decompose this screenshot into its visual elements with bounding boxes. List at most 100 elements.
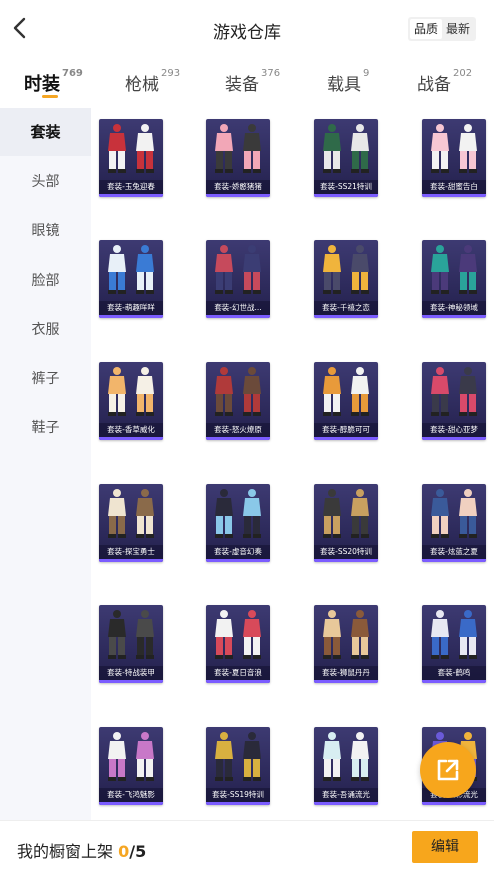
- outfit-thumbnail: [215, 610, 261, 659]
- tab-label: 装备: [225, 75, 259, 95]
- outfit-thumbnail: [215, 489, 261, 538]
- outfit-name: 套装-特战装甲: [99, 666, 163, 680]
- outfit-card[interactable]: 套装-神秘领域: [422, 240, 486, 318]
- outfit-name: 套装-SS21特训: [314, 180, 378, 194]
- outfit-name: 套装-SS19特训: [206, 788, 270, 802]
- sidebar-item-suits[interactable]: 套装: [0, 108, 91, 156]
- outfit-card[interactable]: 套装-甜蜜告白: [422, 119, 486, 197]
- outfit-card[interactable]: 套装-特战装甲: [99, 605, 163, 683]
- outfit-name: 套装-鹤鸣: [422, 666, 486, 680]
- rarity-bar: [314, 559, 378, 562]
- rarity-bar: [422, 680, 486, 683]
- outfit-card[interactable]: 套装-飞鸿魅影: [99, 727, 163, 805]
- outfit-card[interactable]: 套装-醇脆可可: [314, 362, 378, 440]
- sort-by-newest[interactable]: 最新: [442, 19, 474, 39]
- tab-count: 769: [62, 68, 83, 79]
- outfit-card[interactable]: 套装-探宝勇士: [99, 484, 163, 562]
- sort-by-quality[interactable]: 品质: [409, 19, 442, 39]
- category-tabs: 时装769 枪械293 装备376 载具9 战备202: [0, 62, 494, 106]
- outfit-thumbnail: [431, 245, 477, 294]
- outfit-card[interactable]: 套装-吾诵流光: [314, 727, 378, 805]
- rarity-bar: [99, 315, 163, 318]
- outfit-name: 套装-醇脆可可: [314, 423, 378, 437]
- outfit-name: 套装-甜心亚梦: [422, 423, 486, 437]
- rarity-bar: [206, 802, 270, 805]
- game-warehouse-page: 游戏仓库 品质 最新 时装769 枪械293 装备376 载具9 战备202 套…: [0, 0, 494, 875]
- outfit-thumbnail: [431, 489, 477, 538]
- outfit-thumbnail: [323, 367, 369, 416]
- sidebar-item-face[interactable]: 脸部: [0, 257, 91, 305]
- outfit-name: 套装-玉兔迎春: [99, 180, 163, 194]
- outfit-card[interactable]: 套装-香草威化: [99, 362, 163, 440]
- outfit-card[interactable]: 套装-甜心亚梦: [422, 362, 486, 440]
- rarity-bar: [99, 194, 163, 197]
- outfit-name: 套装-飞鸿魅影: [99, 788, 163, 802]
- outfit-thumbnail: [323, 245, 369, 294]
- sidebar-item-glasses[interactable]: 眼镜: [0, 207, 91, 255]
- showcase-total: /5: [129, 842, 147, 861]
- active-tab-indicator: [42, 95, 58, 98]
- outfit-card[interactable]: 套装-幻世战...: [206, 240, 270, 318]
- tab-count: 202: [453, 68, 473, 79]
- outfit-name: 套装-萌趣咩咩: [99, 301, 163, 315]
- outfit-name: 套装-千禧之恋: [314, 301, 378, 315]
- outfit-thumbnail: [215, 367, 261, 416]
- showcase-count: 0: [118, 842, 130, 861]
- sidebar-item-head[interactable]: 头部: [0, 158, 91, 206]
- tab-weapons[interactable]: 枪械293: [125, 68, 181, 95]
- tab-label: 载具: [327, 75, 361, 95]
- rarity-bar: [206, 437, 270, 440]
- outfit-card[interactable]: 套装-虚音幻奏: [206, 484, 270, 562]
- tab-supplies[interactable]: 战备202: [417, 68, 473, 95]
- outfit-card[interactable]: 套装-SS21特训: [314, 119, 378, 197]
- outfit-card[interactable]: 套装-炫蓝之夏: [422, 484, 486, 562]
- outfit-name: 套装-神秘领域: [422, 301, 486, 315]
- rarity-bar: [99, 802, 163, 805]
- rarity-bar: [99, 437, 163, 440]
- tab-vehicles[interactable]: 载具9: [327, 68, 369, 95]
- sidebar-item-clothes[interactable]: 衣服: [0, 306, 91, 354]
- tab-label: 时装: [24, 74, 60, 95]
- tab-count: 376: [261, 68, 281, 79]
- rarity-bar: [314, 802, 378, 805]
- tab-count: 293: [161, 68, 181, 79]
- outfit-thumbnail: [323, 489, 369, 538]
- outfit-name: 套装-幻世战...: [206, 301, 270, 315]
- outfit-thumbnail: [431, 124, 477, 173]
- outfit-thumbnail: [108, 124, 154, 173]
- outfit-card[interactable]: 套装-玉兔迎春: [99, 119, 163, 197]
- showcase-status: 我的橱窗上架 0/5: [17, 838, 146, 862]
- rarity-bar: [314, 437, 378, 440]
- outfit-card[interactable]: 套装-夏日音浪: [206, 605, 270, 683]
- outfit-card[interactable]: 套装-狮鼠丹丹: [314, 605, 378, 683]
- outfit-card[interactable]: 套装-SS19特训: [206, 727, 270, 805]
- outfit-thumbnail: [108, 610, 154, 659]
- rarity-bar: [314, 680, 378, 683]
- outfit-thumbnail: [323, 732, 369, 781]
- outfit-card[interactable]: 套装-娇憨猪猪: [206, 119, 270, 197]
- tab-fashion[interactable]: 时装769: [24, 68, 83, 96]
- outfit-card[interactable]: 套装-萌趣咩咩: [99, 240, 163, 318]
- edit-button[interactable]: 编辑: [412, 831, 478, 863]
- tab-equipment[interactable]: 装备376: [225, 68, 281, 95]
- rarity-bar: [422, 194, 486, 197]
- share-button[interactable]: [420, 742, 476, 798]
- outfit-name: 套装-SS20特训: [314, 545, 378, 559]
- sidebar-item-shoes[interactable]: 鞋子: [0, 404, 91, 452]
- outfit-name: 套装-娇憨猪猪: [206, 180, 270, 194]
- outfit-card[interactable]: 套装-SS20特训: [314, 484, 378, 562]
- outfit-thumbnail: [323, 610, 369, 659]
- outfit-thumbnail: [108, 732, 154, 781]
- header: 游戏仓库 品质 最新: [0, 0, 494, 58]
- sidebar-item-pants[interactable]: 裤子: [0, 355, 91, 403]
- rarity-bar: [206, 194, 270, 197]
- outfit-card[interactable]: 套装-千禧之恋: [314, 240, 378, 318]
- rarity-bar: [422, 802, 486, 805]
- outfit-name: 套装-甜蜜告白: [422, 180, 486, 194]
- outfit-card[interactable]: 套装-怒火燎原: [206, 362, 270, 440]
- outfit-card[interactable]: 套装-鹤鸣: [422, 605, 486, 683]
- rarity-bar: [422, 315, 486, 318]
- tab-label: 枪械: [125, 75, 159, 95]
- rarity-bar: [99, 559, 163, 562]
- rarity-bar: [422, 559, 486, 562]
